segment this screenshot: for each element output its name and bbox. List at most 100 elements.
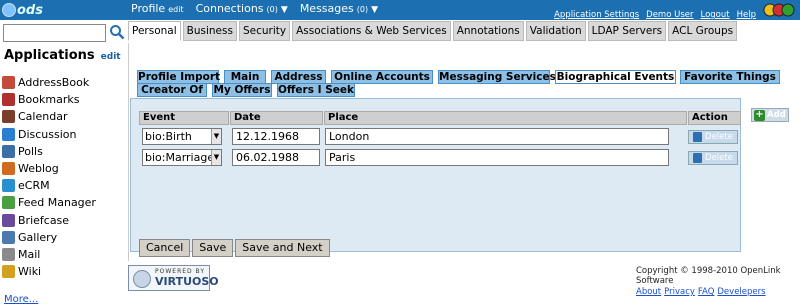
sidebar-item-label: Polls [18,144,43,158]
tab-ldap-servers[interactable]: LDAP Servers [587,21,667,41]
sidebar-item-label: Discussion [18,127,77,141]
sidebar-item-label: Bookmarks [18,93,80,107]
footer-copyright: Copyright © 1998-2010 OpenLink Software … [636,266,796,297]
tab-business[interactable]: Business [182,21,237,41]
bookmarks-icon [2,93,15,107]
add-event-button[interactable]: + Add [751,108,789,122]
profile-menu[interactable]: Profile edit [131,2,184,15]
sidebar-item-label: Feed Manager [18,196,96,210]
openlink-logo-icon [763,3,795,17]
delete-button[interactable]: Delete [688,151,738,165]
event-select-value: bio:Birth [145,130,192,143]
biographical-events-panel: Event Date Place Action bio:Birth ▼ 12.1… [130,98,741,257]
faq-link[interactable]: FAQ [698,287,714,297]
sidebar-item-label: AddressBook [18,76,90,90]
wiki-icon [2,265,15,279]
applications-list: AddressBook Bookmarks Calendar Discussion Po… [2,74,124,280]
tab-annotations[interactable]: Annotations [452,21,524,41]
sidebar-item-bookmarks[interactable]: Bookmarks [2,91,124,108]
developers-link[interactable]: Develepers [717,287,765,297]
polls-icon [2,144,15,158]
tab-associations-web-services[interactable]: Associations & Web Services [292,21,451,41]
more-link[interactable]: More... [4,294,38,305]
sidebar-item-polls[interactable]: Polls [2,143,124,160]
profile-label: Profile [131,2,166,15]
applications-edit-link[interactable]: edit [101,52,121,62]
virtuoso-logo-icon [133,270,151,288]
tab-online-accounts[interactable]: Online Accounts [331,70,433,84]
tab-security[interactable]: Security [238,21,291,41]
profile-edit-link[interactable]: edit [168,5,183,14]
top-nav: Profile edit Connections (0) ▼ Messages … [131,2,378,15]
delete-label: Delete [705,153,733,163]
tab-personal[interactable]: Personal [128,21,181,41]
tab-biographical-events[interactable]: Biographical Events [555,70,676,84]
tab-validation[interactable]: Validation [525,21,586,41]
powered-by-virtuoso-badge[interactable]: POWERED BY VIRTUOSO [128,265,219,291]
mail-icon [2,247,15,261]
plus-icon: + [754,108,765,121]
top-bar: ods Profile edit Connections (0) ▼ Messa… [0,0,800,20]
date-input[interactable]: 06.02.1988 [232,149,320,166]
privacy-link[interactable]: Privacy [664,287,695,297]
sidebar-item-calendar[interactable]: Calendar [2,108,124,125]
sidebar-item-label: Weblog [18,162,59,176]
tab-acl-groups[interactable]: ACL Groups [668,21,738,41]
save-and-next-button[interactable]: Save and Next [235,239,330,257]
connections-menu[interactable]: Connections (0) ▼ [196,2,288,15]
delete-button[interactable]: Delete [688,130,738,144]
sidebar-item-weblog[interactable]: Weblog [2,160,124,177]
sidebar-item-label: Gallery [18,230,58,244]
tab-creator-of[interactable]: Creator Of [137,83,207,97]
event-select[interactable]: bio:Birth ▼ [142,128,222,145]
tab-messaging-services[interactable]: Messaging Services [438,70,556,84]
calendar-icon [2,110,15,124]
demo-user-link[interactable]: Demo User [646,10,693,20]
footer-links: About Privacy FAQ Develepers [636,287,796,297]
sidebar-item-addressbook[interactable]: AddressBook [2,74,124,91]
event-select[interactable]: bio:Marriage ▼ [142,149,222,166]
sidebar-item-label: Mail [18,247,41,261]
tab-offers-i-seek[interactable]: Offers I Seek [277,83,355,97]
search-icon[interactable] [109,24,125,40]
date-input[interactable]: 12.12.1968 [232,128,320,145]
tab-my-offers[interactable]: My Offers [212,83,272,97]
applications-heading: Applications edit [4,48,121,63]
place-input[interactable]: Paris [325,149,669,166]
save-button[interactable]: Save [192,239,234,257]
sidebar-item-gallery[interactable]: Gallery [2,229,124,246]
sidebar-item-feed-manager[interactable]: Feed Manager [2,194,124,211]
tab-address[interactable]: Address [271,70,326,84]
chevron-down-icon: ▼ [211,150,221,165]
sidebar-item-discussion[interactable]: Discussion [2,126,124,143]
about-link[interactable]: About [636,287,661,297]
connections-label: Connections [195,2,264,15]
messages-menu[interactable]: Messages (0) ▼ [300,2,378,15]
sidebar-item-ecrm[interactable]: eCRM [2,177,124,194]
sidebar-item-label: Calendar [18,110,68,124]
place-input[interactable]: London [325,128,669,145]
powered-by-label: POWERED BY [155,268,206,275]
top-links: Application Settings Demo User Logout He… [554,10,756,20]
search-input[interactable] [3,24,106,42]
logo-text: ods [17,2,43,18]
date-column-header: Date [230,111,323,125]
application-settings-link[interactable]: Application Settings [554,10,639,20]
action-column-header: Action [688,111,741,125]
sidebar-item-briefcase[interactable]: Briefcase [2,212,124,229]
content-area: Profile Import Main Address Online Accou… [128,43,800,261]
sidebar-item-mail[interactable]: Mail [2,246,124,263]
logout-link[interactable]: Logout [701,10,730,20]
help-link[interactable]: Help [737,10,756,20]
gallery-icon [2,230,15,244]
sidebar-item-wiki[interactable]: Wiki [2,263,124,280]
messages-label: Messages [299,2,354,15]
tab-favorite-things[interactable]: Favorite Things [680,70,780,84]
chevron-down-icon: ▼ [280,5,288,15]
tab-profile-import[interactable]: Profile Import [137,70,220,84]
cancel-button[interactable]: Cancel [139,239,191,257]
feed-icon [2,196,15,210]
tab-main[interactable]: Main [224,70,266,84]
ods-logo[interactable]: ods [2,1,43,19]
event-column-header: Event [139,111,229,125]
